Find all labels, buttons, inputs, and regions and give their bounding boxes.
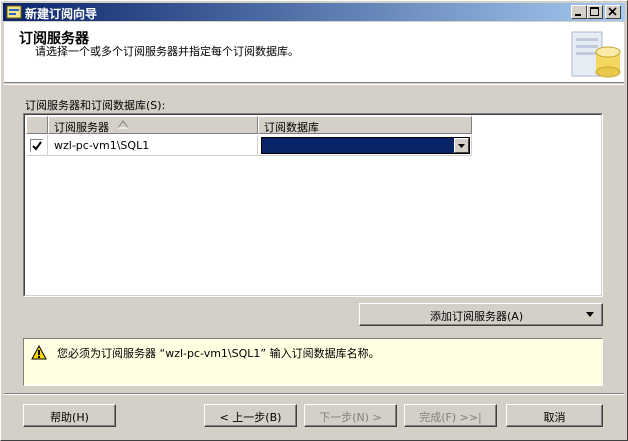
validation-message: 您必须为订阅服务器 “wzl-pc-vm1\SQL1” 输入订阅数据库名称。 (23, 338, 603, 386)
next-button[interactable]: 下一步(N) > (304, 404, 397, 427)
subscription-database-dropdown[interactable] (261, 137, 470, 154)
column-header-database-label: 订阅数据库 (264, 121, 319, 134)
subscription-database-cell[interactable] (258, 135, 472, 156)
header-divider (4, 84, 624, 85)
minimize-button[interactable] (571, 5, 587, 19)
add-subscriber-button[interactable]: 添加订阅服务器(A) (359, 303, 603, 326)
wizard-icon (6, 5, 22, 19)
dropdown-arrow-icon (586, 312, 594, 317)
subscriber-grid[interactable]: 订阅服务器 订阅数据库 wzl-pc-vm1\SQL1 (23, 113, 603, 297)
checkmark-icon (32, 141, 42, 151)
window-title: 新建订阅向导 (25, 7, 98, 21)
sort-ascending-icon (117, 120, 129, 129)
column-header-subscriber[interactable]: 订阅服务器 (48, 116, 258, 134)
page-subtitle: 请选择一个或多个订阅服务器并指定每个订阅数据库。 (35, 45, 299, 58)
finish-button[interactable]: 完成(F) >>| (404, 404, 497, 427)
wizard-window: 新建订阅向导 订阅服务器 请选择一个或多个订阅服务器并指定每个订阅数据库。 订阅… (0, 0, 628, 441)
grid-body: 订阅服务器 订阅数据库 wzl-pc-vm1\SQL1 (24, 114, 602, 296)
add-subscriber-label: 添加订阅服务器(A) (430, 310, 524, 323)
column-header-database[interactable]: 订阅数据库 (258, 116, 472, 134)
minimize-icon (575, 14, 581, 16)
warning-icon (31, 345, 47, 360)
footer-divider-highlight (4, 394, 624, 395)
maximize-button[interactable] (587, 5, 603, 19)
validation-message-text: 您必须为订阅服务器 “wzl-pc-vm1\SQL1” 输入订阅数据库名称。 (57, 347, 380, 360)
row-select-cell[interactable] (26, 135, 48, 156)
chevron-down-icon (458, 144, 465, 148)
dropdown-button[interactable] (454, 138, 469, 153)
close-icon (608, 7, 617, 16)
title-bar[interactable]: 新建订阅向导 (3, 3, 625, 21)
help-button[interactable]: 帮助(H) (23, 404, 116, 427)
column-header-subscriber-label: 订阅服务器 (54, 121, 109, 134)
back-button[interactable]: < 上一步(B) (204, 404, 297, 427)
subscriber-name-cell[interactable]: wzl-pc-vm1\SQL1 (48, 135, 258, 156)
wizard-header: 订阅服务器 请选择一个或多个订阅服务器并指定每个订阅数据库。 (4, 22, 624, 83)
subscriber-checkbox[interactable] (30, 139, 43, 152)
database-server-icon (571, 31, 621, 78)
grid-label: 订阅服务器和订阅数据库(S): (25, 99, 166, 112)
column-header-select[interactable] (26, 116, 48, 134)
close-button[interactable] (605, 5, 621, 19)
cancel-button[interactable]: 取消 (506, 404, 603, 427)
maximize-icon (590, 7, 599, 16)
